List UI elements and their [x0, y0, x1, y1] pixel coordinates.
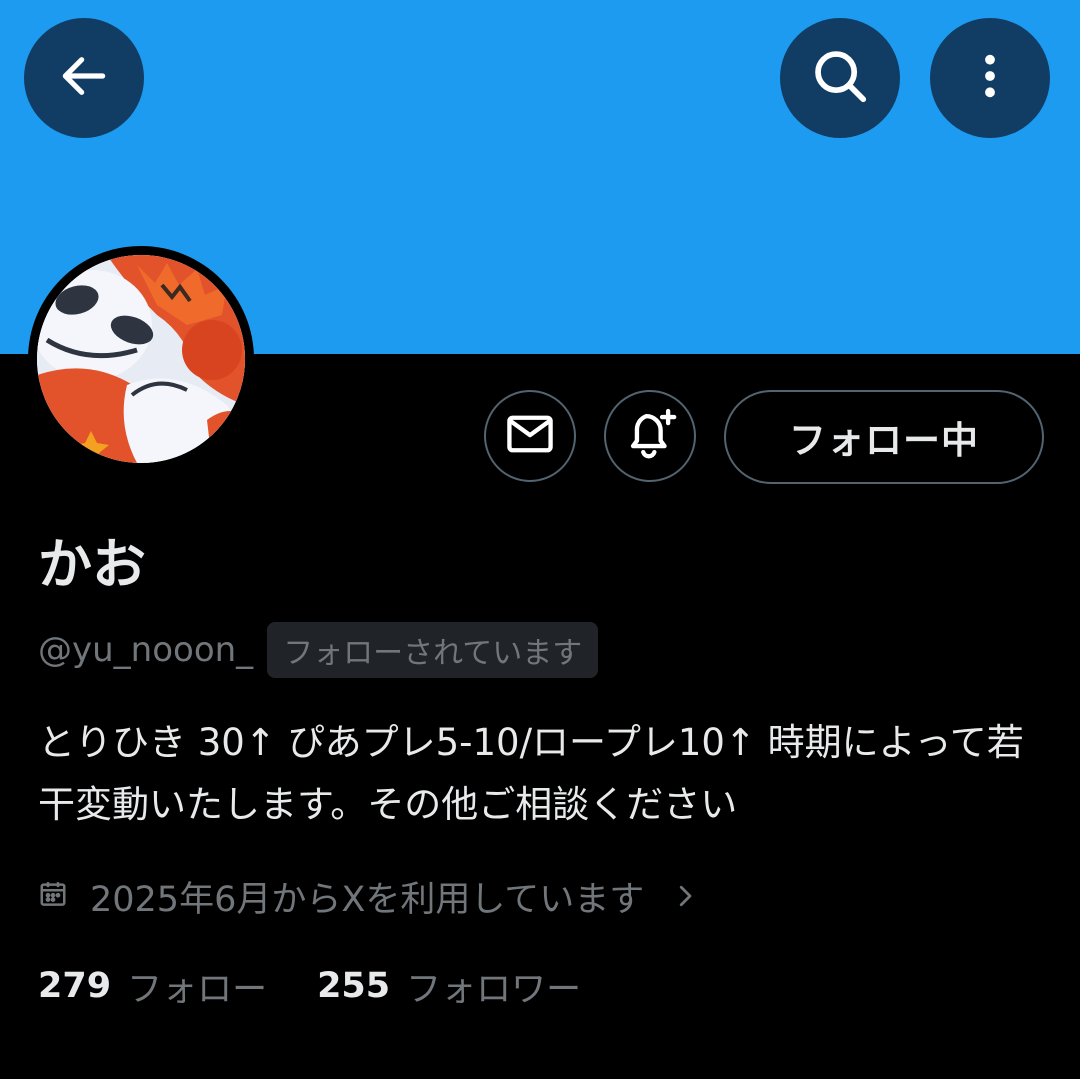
avatar[interactable]	[28, 246, 254, 472]
bell-plus-icon	[621, 405, 679, 467]
follows-you-badge: フォローされています	[267, 622, 599, 678]
joined-date-row[interactable]: 2025年6月からXを利用しています	[38, 868, 700, 924]
notify-button[interactable]	[604, 390, 696, 482]
followers-label: フォロワー	[406, 969, 582, 1010]
following-button[interactable]: フォロー中	[724, 390, 1044, 484]
more-vertical-icon	[962, 48, 1018, 108]
handle-row: @yu_nooon_ フォローされています	[38, 622, 599, 678]
mail-icon	[504, 408, 556, 464]
followers-count: 255	[317, 966, 391, 1006]
following-count: 279	[38, 966, 112, 1006]
user-handle: @yu_nooon_	[38, 630, 254, 670]
arrow-left-icon	[56, 48, 112, 108]
following-label: フォロー	[127, 969, 268, 1010]
avatar-image	[37, 255, 245, 463]
message-button[interactable]	[484, 390, 576, 482]
joined-date: 2025年6月からXを利用しています	[90, 879, 645, 920]
search-icon	[809, 45, 871, 111]
search-button[interactable]	[780, 18, 900, 138]
back-button[interactable]	[24, 18, 144, 138]
followers-stat[interactable]: 255 フォロワー	[317, 961, 581, 1012]
calendar-icon	[38, 879, 68, 913]
follow-stats: 279 フォロー 255 フォロワー	[38, 958, 581, 1014]
display-name: かお	[38, 533, 146, 596]
more-options-button[interactable]	[930, 18, 1050, 138]
chevron-right-icon	[670, 881, 700, 911]
following-stat[interactable]: 279 フォロー	[38, 961, 267, 1012]
profile-bio: とりひき 30↑ ぴあプレ5-10/ロープレ10↑ 時期によって若干変動いたしま…	[38, 721, 1024, 826]
